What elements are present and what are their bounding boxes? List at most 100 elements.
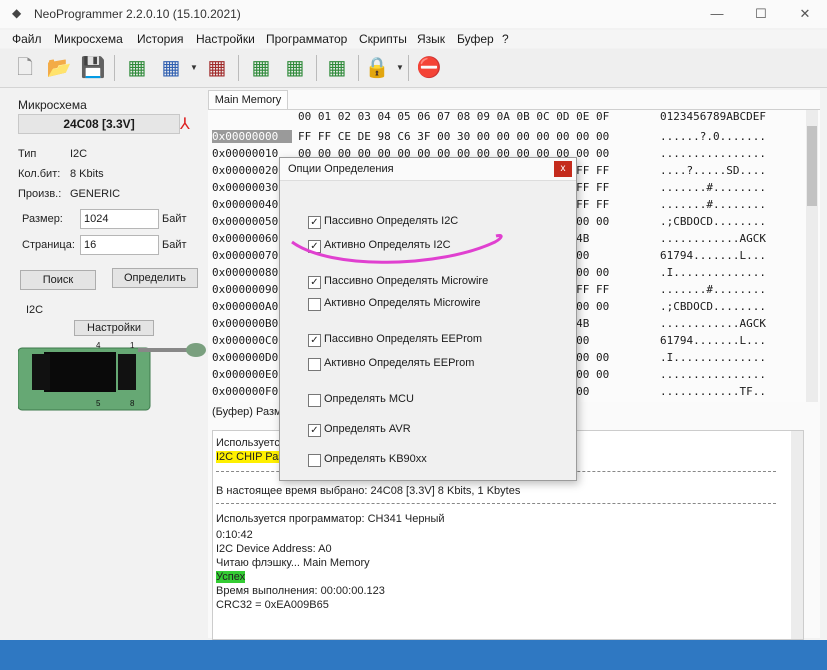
hex-ascii: ......?.0....... [660,130,766,143]
blank-check-icon[interactable]: ▦ [280,53,310,83]
hex-ascii: 61794.......L... [660,334,766,347]
chip-name: 24C08 [3.3V] [18,114,180,134]
maker-label: Произв.: [18,188,62,200]
app-window: ◆ NeoProgrammer 2.2.0.10 (15.10.2021) — … [0,0,827,640]
option-label: Активно Определять EEProm [324,357,475,369]
dialog-title: Опции Определения [288,163,394,175]
option-checkbox[interactable] [308,358,321,371]
log-line: I2C Device Address: A0 [216,543,332,555]
write-chip-icon[interactable]: ▦ [156,53,186,83]
hex-scrollbar[interactable] [806,110,818,402]
menu-scripts[interactable]: Скрипты [359,32,407,46]
hex-address: 0x00000000 [212,130,292,143]
open-folder-icon[interactable]: 📂 [44,53,74,83]
hex-ascii: ....?.....SD.... [660,164,766,177]
menu-chip[interactable]: Микросхема [54,32,123,46]
log-divider [216,503,776,504]
buffer-label: (Буфер) Разм [212,406,282,418]
option-checkbox[interactable]: ✓ [308,334,321,347]
option-checkbox[interactable]: ✓ [308,424,321,437]
new-file-icon[interactable]: 🗋 [10,53,40,83]
dialog-close-button[interactable]: x [554,161,572,177]
save-disk-icon[interactable]: 💾 [78,53,108,83]
lock-dropdown-icon[interactable]: ▼ [396,63,404,72]
option-checkbox[interactable]: ✓ [308,216,321,229]
menu-language[interactable]: Язык [417,32,445,46]
bits-label: Кол.бит: [18,168,61,180]
log-line: Используется программатор: CH341 Черный [216,513,445,525]
maximize-button[interactable]: ☐ [746,4,776,24]
option-checkbox[interactable] [308,454,321,467]
page-field[interactable]: 16 [80,235,159,255]
option-checkbox[interactable]: ✓ [308,276,321,289]
hex-ascii: .......#........ [660,283,766,296]
size-field[interactable]: 1024 [80,209,159,229]
hex-ascii: ............AGCK [660,317,766,330]
log-line: CRC32 = 0xEA009B65 [216,599,329,611]
search-button[interactable]: Поиск [20,270,96,290]
pin-label-8: 8 [130,399,135,408]
chip-panel: Микросхема 24C08 [3.3V] ⅄ Тип I2C Кол.би… [12,92,206,632]
menu-history[interactable]: История [137,32,184,46]
menu-buffer[interactable]: Буфер [457,32,494,46]
page-label: Страница: [22,239,75,251]
hex-ascii: .I.............. [660,266,766,279]
hex-ascii: .I.............. [660,351,766,364]
menu-file[interactable]: Файл [12,32,42,46]
hex-ascii: 61794.......L... [660,249,766,262]
chip-socket-picture: 4 1 5 8 [18,341,206,411]
pin-label-5: 5 [96,399,101,408]
hex-ascii: .;CBDOCD........ [660,300,766,313]
toolbar-separator [238,55,239,81]
bits-value: 8 Kbits [70,168,104,180]
lock-icon[interactable]: 🔒 [362,53,392,83]
title-bar: ◆ NeoProgrammer 2.2.0.10 (15.10.2021) — … [0,0,827,28]
close-button[interactable]: ✕ [790,4,820,24]
settings-button[interactable]: Настройки [74,320,154,336]
log-line-success: Успех [216,571,246,583]
option-checkbox[interactable] [308,394,321,407]
dialog-title-bar: Опции Определения x [280,158,576,181]
stop-icon[interactable]: ⛔ [414,53,444,83]
erase-chip-icon[interactable]: ▦ [202,53,232,83]
menu-settings[interactable]: Настройки [196,32,255,46]
option-label: Определять KB90xx [324,453,427,465]
log-scrollbar[interactable] [791,431,803,639]
detect-button[interactable]: Определить [112,268,198,288]
size-unit: Байт [162,213,187,225]
auto-icon[interactable]: ▦ [322,53,352,83]
pin-label-1: 1 [130,341,135,350]
hex-ascii: ................ [660,147,766,160]
detection-options-dialog: Опции Определения x ✓ Пассивно Определять… [279,157,577,481]
option-label: Пассивно Определять I2C [324,215,459,227]
pin-label-4: 4 [96,341,101,350]
menu-programmer[interactable]: Программатор [266,32,347,46]
tab-main-memory[interactable]: Main Memory [208,90,288,109]
minimize-button[interactable]: — [702,4,732,24]
hex-bytes[interactable]: FF FF CE DE 98 C6 3F 00 30 00 00 00 00 0… [298,130,609,143]
hex-ascii: ............AGCK [660,232,766,245]
option-label: Пассивно Определять Microwire [324,275,489,287]
hex-scrollbar-thumb[interactable] [807,126,817,206]
toolbar-separator [408,55,409,81]
hex-column-header: 00 01 02 03 04 05 06 07 08 09 0A 0B 0C 0… [298,110,610,123]
option-checkbox[interactable] [308,298,321,311]
size-label: Размер: [22,213,63,225]
log-line: В настоящее время выбрано: 24C08 [3.3V] … [216,485,521,497]
read-chip-icon[interactable]: ▦ [122,53,152,83]
toolbar-separator [114,55,115,81]
verify-chip-icon[interactable]: ▦ [246,53,276,83]
ascii-column-header: 0123456789ABCDEF [660,110,766,123]
menu-help[interactable]: ? [502,32,509,46]
app-icon: ◆ [12,6,22,20]
hex-ascii: .......#........ [660,198,766,211]
option-label: Пассивно Определять EEProm [324,333,483,345]
pdf-icon[interactable]: ⅄ [180,114,190,134]
menu-bar: Файл Микросхема История Настройки Програ… [0,30,827,48]
log-line: Читаю флэшку... Main Memory [216,557,370,569]
write-dropdown-icon[interactable]: ▼ [190,63,198,72]
toolbar: 🗋 📂 💾 ▦ ▦ ▼ ▦ ▦ ▦ ▦ 🔒 ▼ ⛔ [0,49,827,88]
window-title: NeoProgrammer 2.2.0.10 (15.10.2021) [34,7,241,21]
toolbar-separator [358,55,359,81]
log-line: 0:10:42 [216,529,253,541]
